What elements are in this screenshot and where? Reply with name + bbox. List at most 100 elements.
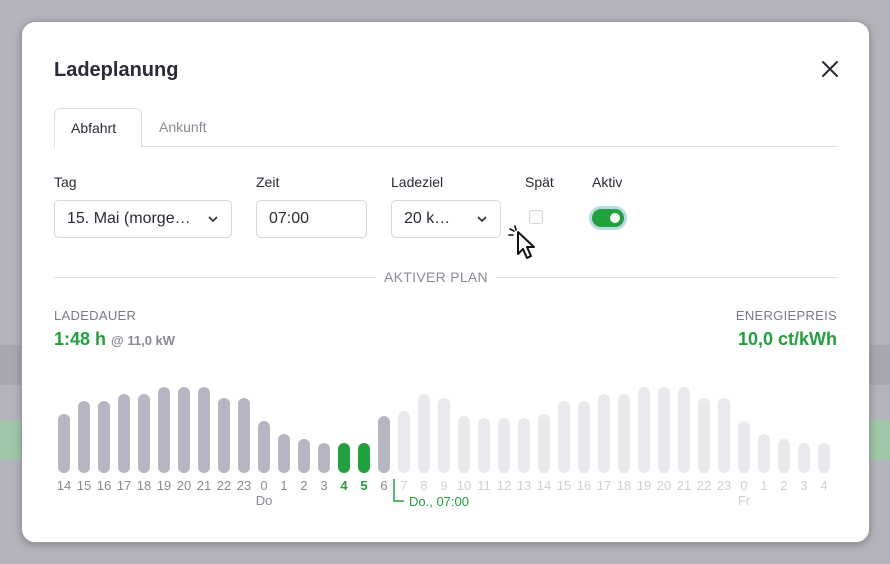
energiepreis-value: 10,0 ct/kWh	[737, 329, 837, 349]
chart-bar	[138, 394, 150, 473]
zeit-label: Zeit	[256, 174, 280, 190]
chart-bar	[118, 394, 130, 473]
chart-bar	[258, 421, 270, 473]
tag-select[interactable]: 15. Mai (morge…	[54, 200, 232, 238]
chart-tick-label: 22	[217, 478, 231, 493]
chart-tick-label: 19	[637, 478, 651, 493]
chart-bar	[218, 398, 230, 473]
chart-bar	[718, 398, 730, 473]
energiepreis-label: ENERGIEPREIS	[735, 308, 837, 323]
close-icon[interactable]	[818, 57, 842, 81]
chart-tick-label: 1	[280, 478, 287, 493]
chart-tick-label: 15	[77, 478, 91, 493]
chart-bar	[378, 416, 390, 473]
chart-bar	[178, 387, 190, 473]
aktiv-label: Aktiv	[592, 174, 623, 190]
chart-bar	[778, 439, 790, 473]
aktiv-toggle[interactable]	[589, 206, 627, 230]
dialog-title: Ladeplanung	[54, 59, 179, 81]
zeit-input[interactable]: 07:00	[256, 200, 367, 238]
chart-bar	[98, 401, 110, 473]
chart-bar	[578, 401, 590, 473]
ladedauer-power: @ 11,0 kW	[111, 333, 176, 348]
chart-tick-label: 10	[457, 478, 471, 493]
chart-tick-label: 3	[800, 478, 807, 493]
chart-bar	[438, 398, 450, 473]
chart-bar	[518, 418, 530, 473]
chart-tick-label: 4	[820, 478, 827, 493]
spaet-checkbox[interactable]	[529, 210, 543, 224]
chart-tick-label: 23	[237, 478, 251, 493]
zeit-input-value: 07:00	[269, 210, 310, 227]
chart-tick-label: 8	[420, 478, 427, 493]
chart-tick-label: 14	[537, 478, 551, 493]
chart-tick-label: 19	[157, 478, 171, 493]
chart-bar	[498, 418, 510, 473]
mouse-cursor-icon	[508, 225, 535, 259]
tab-abfahrt[interactable]: Abfahrt	[54, 108, 142, 148]
chart-bar	[398, 411, 410, 473]
chart-tick-label: 6	[380, 478, 387, 493]
chart-tick-label: 20	[177, 478, 191, 493]
chart-bar	[638, 387, 650, 473]
chart-bar	[618, 394, 630, 473]
chart-bar	[78, 401, 90, 473]
chart-tick-label: 17	[117, 478, 131, 493]
ladedauer-label: LADEDAUER	[54, 308, 137, 323]
price-chart-svg: 14 15 16 17 18 19 20 21 22 23 0 1 2 3 4 5 6 7 8 9 10 11 12 13 14…	[57, 387, 830, 509]
aktiv-toggle-knob	[610, 213, 620, 223]
chart-bar	[738, 421, 750, 473]
chart-tick-label: 1	[760, 478, 767, 493]
chart-bar	[538, 414, 550, 473]
tag-select-value: 15. Mai (morge…	[67, 210, 191, 227]
chart-tick-label: 9	[440, 478, 447, 493]
price-chart: 14 15 16 17 18 19 20 21 22 23 0 1 2 3 4 5 6 7 8 9 10 11 12 13 14…	[54, 362, 838, 522]
chart-tick-label: 15	[557, 478, 571, 493]
chart-bar	[658, 387, 670, 473]
ladeziel-select[interactable]: 20 k…	[391, 200, 501, 238]
ladedauer-value: 1:48 h @ 11,0 kW	[54, 329, 175, 350]
chart-tick-label: 14	[57, 478, 71, 493]
chart-tick-label: 13	[517, 478, 531, 493]
chart-bar	[198, 387, 210, 473]
chart-bar	[318, 443, 330, 473]
chart-tick-label: 7	[400, 478, 407, 493]
chart-tick-label: 0	[260, 478, 267, 493]
chart-tick-label: 5	[360, 478, 367, 493]
chart-bar	[238, 398, 250, 473]
chart-bar	[278, 434, 290, 473]
chart-bar	[818, 443, 830, 473]
ladedauer-duration: 1:48 h	[54, 329, 107, 349]
spaet-label: Spät	[525, 174, 554, 190]
chart-tick-label: 16	[97, 478, 111, 493]
tab-ankunft[interactable]: Ankunft	[143, 108, 222, 148]
aktiv-toggle-track	[592, 209, 624, 227]
ladeziel-select-value: 20 k…	[404, 210, 451, 227]
chart-bar	[298, 439, 310, 473]
chart-tick-label: 18	[137, 478, 151, 493]
chart-tick-label: 16	[577, 478, 591, 493]
chevron-down-icon	[477, 216, 487, 223]
chevron-down-icon	[208, 216, 218, 223]
tag-label: Tag	[54, 174, 77, 190]
chart-day-label: Fr	[738, 493, 751, 508]
chart-day-label: Do	[256, 493, 273, 508]
chart-bar	[798, 443, 810, 473]
departure-label: Do., 07:00	[409, 494, 469, 509]
chart-bar	[158, 387, 170, 473]
chart-bar	[478, 418, 490, 473]
chart-tick-label: 11	[477, 478, 491, 493]
chart-tick-label: 0	[740, 478, 747, 493]
chart-tick-label: 21	[677, 478, 691, 493]
ladeziel-label: Ladeziel	[391, 174, 444, 190]
active-plan-heading: AKTIVER PLAN	[376, 269, 496, 285]
chart-bar	[458, 416, 470, 473]
charging-plan-dialog: Ladeplanung Abfahrt Ankunft Tag 15. Mai …	[21, 21, 870, 543]
chart-tick-label: 18	[617, 478, 631, 493]
chart-bar	[678, 387, 690, 473]
chart-bar	[358, 443, 370, 473]
chart-bar	[558, 401, 570, 473]
chart-tick-label: 2	[780, 478, 787, 493]
chart-tick-label: 12	[497, 478, 511, 493]
chart-tick-label: 2	[300, 478, 307, 493]
